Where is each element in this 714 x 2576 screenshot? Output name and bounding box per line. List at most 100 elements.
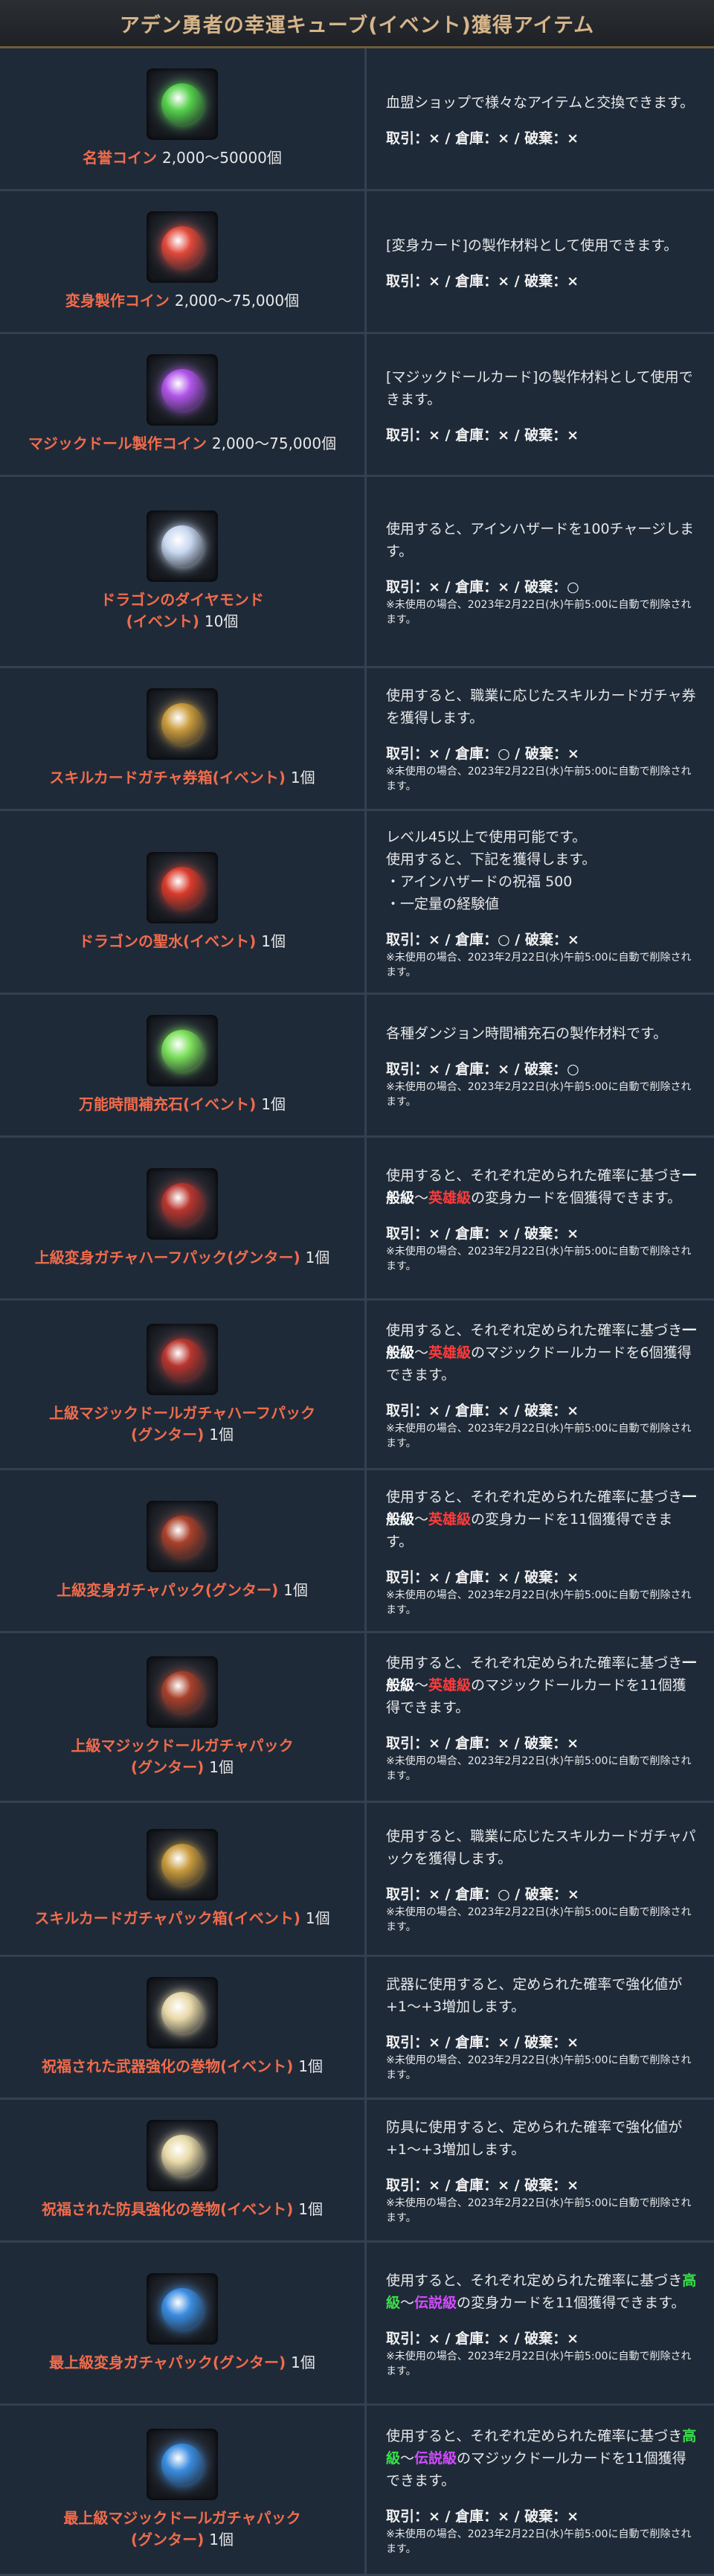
- grade-label: 英雄級: [428, 1189, 472, 1206]
- item-row: 上級マジックドールガチャパック (グンター) 1個 使用すると、それぞれ定められた…: [0, 1633, 714, 1803]
- item-row: 最上級マジックドールガチャパック (グンター) 1個 使用すると、それぞれ定められ…: [0, 2406, 714, 2576]
- item-quantity: 1個: [291, 2353, 315, 2371]
- item-name: 祝福された武器強化の巻物(イベント) 1個: [42, 2056, 323, 2077]
- item-name: 上級マジックドールガチャパック (グンター) 1個: [71, 1735, 293, 1778]
- expiry-note: ※未使用の場合、2023年2月22日(水)午前5:00に自動で削除されます。: [386, 1589, 692, 1616]
- item-name-text: 祝福された武器強化の巻物(イベント): [42, 2057, 294, 2075]
- description-text: ～: [414, 1510, 429, 1528]
- item-description: [変身カード]の製作材料として使用できます。: [386, 237, 678, 254]
- expiry-note: ※未使用の場合、2023年2月22日(水)午前5:00に自動で削除されます。: [386, 1906, 692, 1933]
- item-quantity: 1個: [209, 1425, 234, 1444]
- page-header: アデン勇者の幸運キューブ(イベント)獲得アイテム: [0, 0, 714, 48]
- trade-rules: 取引：× / 倉庫：× / 破棄：○: [386, 578, 579, 595]
- description-text: の変身カードを11個獲得できます。: [457, 2294, 686, 2311]
- item-name: 最上級マジックドールガチャパック (グンター) 1個: [63, 2508, 300, 2551]
- item-details: 使用すると、それぞれ定められた確率に基づき一般級～英雄級の変身カードを11個獲得…: [367, 1470, 714, 1631]
- card-pack-icon: [147, 1656, 218, 1728]
- item-row: ドラゴンのダイヤモンド (イベント) 10個 使用すると、アインハザードを100チ…: [0, 477, 714, 668]
- item-name: 万能時間補充石(イベント) 1個: [79, 1094, 286, 1115]
- description-text: ～: [414, 1677, 429, 1694]
- icon-core: [161, 369, 203, 411]
- item-name: 上級マジックドールガチャハーフパック (グンター) 1個: [49, 1403, 315, 1446]
- icon-core: [161, 226, 203, 268]
- description-text: ～: [414, 1189, 429, 1206]
- item-row: 万能時間補充石(イベント) 1個 各種ダンジョン時間補充石の製作材料です。 取引：×…: [0, 995, 714, 1138]
- item-description: 使用すると、それぞれ定められた確率に基づき一般級～英雄級のマジックドールカードを…: [386, 1652, 698, 1719]
- item-name: マジックドール製作コイン 2,000～75,000個: [28, 433, 336, 455]
- item-details: 血盟ショップで様々なアイテムと交換できます。 取引：× / 倉庫：× / 破棄：×: [367, 48, 714, 189]
- item-description: 使用すると、職業に応じたスキルカードガチャ券を獲得します。: [386, 688, 696, 726]
- icon-core: [161, 1338, 203, 1380]
- item-details: 各種ダンジョン時間補充石の製作材料です。 取引：× / 倉庫：× / 破棄：○ ※未…: [367, 995, 714, 1135]
- item-cell: 万能時間補充石(イベント) 1個: [0, 995, 367, 1135]
- icon-core: [161, 1992, 203, 2034]
- item-name: 最上級変身ガチャパック(グンター) 1個: [49, 2352, 315, 2374]
- item-name-text: 万能時間補充石(イベント): [79, 1095, 257, 1113]
- purple-coin-icon: [147, 354, 218, 426]
- item-name-text: 上級変身ガチャパック(グンター): [57, 1580, 279, 1599]
- description-text: ～: [400, 2450, 415, 2467]
- icon-core: [161, 866, 203, 909]
- page-title: アデン勇者の幸運キューブ(イベント)獲得アイテム: [119, 13, 595, 37]
- item-name-text: 上級変身ガチャハーフパック(グンター): [34, 1248, 300, 1266]
- grade-label: 英雄級: [428, 1677, 472, 1694]
- item-name-text: マジックドール製作コイン: [28, 435, 207, 452]
- trade-rules: 取引：× / 倉庫：× / 破棄：×: [386, 2177, 579, 2194]
- trade-rules: 取引：× / 倉庫：○ / 破棄：×: [386, 1885, 579, 1903]
- item-details: 使用すると、それぞれ定められた確率に基づき高級～伝説級のマジックドールカードを1…: [367, 2406, 714, 2574]
- icon-core: [161, 525, 203, 567]
- item-cell: 最上級マジックドールガチャパック (グンター) 1個: [0, 2406, 367, 2574]
- item-name: 上級変身ガチャパック(グンター) 1個: [57, 1580, 308, 1601]
- trade-rules: 取引：× / 倉庫：○ / 破棄：×: [386, 746, 579, 762]
- description-text: 使用すると、それぞれ定められた確率に基づき: [386, 2427, 683, 2444]
- item-row: ドラゴンの聖水(イベント) 1個 レベル45以上で使用可能です。 使用すると、下記…: [0, 811, 714, 995]
- item-description: 武器に使用すると、定められた確率で強化値が+1～+3増加します。: [386, 1976, 683, 2015]
- expiry-note: ※未使用の場合、2023年2月22日(水)午前5:00に自動で削除されます。: [386, 2528, 692, 2555]
- green-coin-icon: [147, 68, 218, 140]
- item-name-text: ドラゴンのダイヤモンド (イベント): [100, 591, 264, 630]
- item-row: スキルカードガチャパック箱(イベント) 1個 使用すると、職業に応じたスキルカード…: [0, 1803, 714, 1957]
- item-description: 使用すると、それぞれ定められた確率に基づき一般級～英雄級の変身カードを11個獲得…: [386, 1486, 698, 1553]
- item-row: マジックドール製作コイン 2,000～75,000個 [マジックドールカード]の製…: [0, 334, 714, 477]
- grade-label: 伝説級: [414, 2450, 457, 2467]
- item-cell: 祝福された防具強化の巻物(イベント) 1個: [0, 2100, 367, 2240]
- item-description: [マジックドールカード]の製作材料として使用できます。: [386, 369, 693, 408]
- item-name: ドラゴンのダイヤモンド (イベント) 10個: [100, 589, 263, 632]
- expiry-note: ※未使用の場合、2023年2月22日(水)午前5:00に自動で削除されます。: [386, 1755, 692, 1782]
- trade-rules: 取引：× / 倉庫：× / 破棄：×: [386, 1225, 579, 1242]
- diamond-icon: [147, 510, 218, 582]
- item-quantity: 1個: [305, 1909, 330, 1927]
- trade-rules: 取引：× / 倉庫：× / 破棄：×: [386, 1735, 579, 1752]
- icon-core: [161, 703, 203, 745]
- grade-label: 英雄級: [428, 1345, 472, 1361]
- item-name-text: 最上級マジックドールガチャパック (グンター): [63, 2509, 301, 2548]
- item-description: レベル45以上で使用可能です。 使用すると、下記を獲得します。 ・アインハザード…: [386, 828, 596, 912]
- item-cell: 上級変身ガチャハーフパック(グンター) 1個: [0, 1138, 367, 1298]
- trade-rules: 取引：× / 倉庫：× / 破棄：×: [386, 273, 579, 289]
- item-cell: 上級変身ガチャパック(グンター) 1個: [0, 1470, 367, 1631]
- trade-rules: 取引：× / 倉庫：× / 破棄：○: [386, 1061, 579, 1077]
- item-name: スキルカードガチャパック箱(イベント) 1個: [34, 1908, 329, 1929]
- item-description: 防具に使用すると、定められた確率で強化値が+1～+3増加します。: [386, 2119, 683, 2158]
- item-cell: 上級マジックドールガチャハーフパック (グンター) 1個: [0, 1301, 367, 1468]
- red-coin-icon: [147, 211, 218, 283]
- trade-rules: 取引：× / 倉庫：× / 破棄：×: [386, 2330, 579, 2347]
- item-name-text: 上級マジックドールガチャパック (グンター): [71, 1736, 294, 1776]
- item-quantity: 1個: [283, 1580, 308, 1599]
- expiry-note: ※未使用の場合、2023年2月22日(水)午前5:00に自動で削除されます。: [386, 951, 692, 978]
- icon-core: [161, 1670, 203, 1713]
- expiry-note: ※未使用の場合、2023年2月22日(水)午前5:00に自動で削除されます。: [386, 2350, 692, 2377]
- trade-rules: 取引：× / 倉庫：× / 破棄：×: [386, 1403, 579, 1419]
- item-row: 最上級変身ガチャパック(グンター) 1個 使用すると、それぞれ定められた確率に基づ…: [0, 2243, 714, 2406]
- item-row: 名誉コイン 2,000～50000個 血盟ショップで様々なアイテムと交換できます。…: [0, 48, 714, 191]
- item-name-text: 上級マジックドールガチャハーフパック (グンター): [49, 1403, 315, 1444]
- item-quantity: 1個: [261, 932, 286, 950]
- grade-label: 伝説級: [414, 2294, 457, 2311]
- item-row: 祝福された防具強化の巻物(イベント) 1個 防具に使用すると、定められた確率で強化…: [0, 2100, 714, 2243]
- item-details: 使用すると、職業に応じたスキルカードガチャ券を獲得します。取引：× / 倉庫：○…: [367, 668, 714, 809]
- item-quantity: 1個: [209, 1758, 234, 1776]
- card-pack-icon: [147, 1167, 218, 1240]
- item-name-text: 名誉コイン: [83, 149, 158, 167]
- item-quantity: 1個: [290, 769, 315, 786]
- item-name-text: スキルカードガチャ券箱(イベント): [49, 769, 286, 786]
